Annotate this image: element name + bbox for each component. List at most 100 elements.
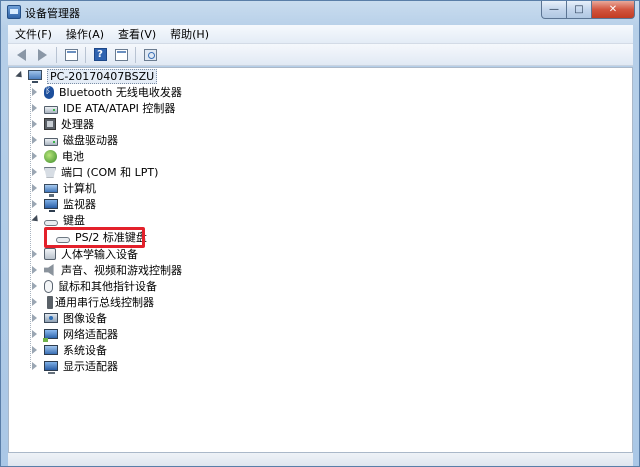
- tree-item-sound[interactable]: 声音、视频和游戏控制器: [32, 262, 182, 278]
- menu-bar: 文件(F) 操作(A) 查看(V) 帮助(H): [8, 25, 633, 44]
- tree-item-ide[interactable]: IDE ATA/ATAPI 控制器: [32, 100, 175, 116]
- monitor-icon: [44, 199, 58, 212]
- expand-icon[interactable]: [32, 152, 40, 160]
- usb-icon: [47, 295, 53, 309]
- help-icon: ?: [93, 48, 107, 61]
- disk-drive-icon: [44, 138, 58, 146]
- expand-icon[interactable]: [32, 314, 40, 322]
- tree-item-label: 监视器: [63, 198, 96, 211]
- menu-action[interactable]: 操作(A): [59, 26, 111, 42]
- maximize-button[interactable]: □: [567, 1, 592, 19]
- expand-icon[interactable]: [32, 282, 40, 290]
- tree-item-label: 人体学输入设备: [61, 248, 138, 261]
- tree-item-display[interactable]: 显示适配器: [32, 358, 118, 374]
- tree-item-hid[interactable]: 人体学输入设备: [32, 246, 138, 262]
- tree-item-keyboards[interactable]: 键盘: [32, 212, 85, 228]
- processor-icon: [44, 118, 56, 130]
- bluetooth-icon: [44, 85, 54, 99]
- expand-icon[interactable]: [32, 266, 40, 274]
- window-title: 设备管理器: [25, 7, 80, 20]
- update-icon: [114, 48, 128, 61]
- forward-icon: [37, 48, 47, 61]
- tree-item-label: 通用串行总线控制器: [55, 296, 154, 309]
- collapse-icon[interactable]: [16, 72, 24, 80]
- tree-item-imaging[interactable]: 图像设备: [32, 310, 107, 326]
- tree-item-battery[interactable]: 电池: [32, 148, 84, 164]
- display-icon: [44, 361, 58, 374]
- back-icon: [16, 48, 26, 61]
- tree-item-label: IDE ATA/ATAPI 控制器: [63, 102, 176, 115]
- keyboard-icon: [44, 220, 58, 226]
- computer-icon: [44, 183, 58, 197]
- close-button[interactable]: ✕: [592, 1, 635, 19]
- battery-icon: [44, 149, 57, 163]
- expand-icon[interactable]: [32, 346, 40, 354]
- expand-icon[interactable]: [32, 298, 40, 306]
- tree-item-system[interactable]: 系统设备: [32, 342, 107, 358]
- collapse-icon[interactable]: [32, 216, 40, 224]
- expand-icon[interactable]: [32, 184, 40, 192]
- expand-icon[interactable]: [32, 104, 40, 112]
- tree-root[interactable]: PC-20170407BSZU: [16, 68, 158, 84]
- tree-item-label: 键盘: [63, 214, 85, 227]
- tree-item-label: 显示适配器: [63, 360, 118, 373]
- scan-icon: [143, 48, 157, 61]
- tree-item-label: 端口 (COM 和 LPT): [61, 166, 159, 179]
- expand-icon[interactable]: [32, 136, 40, 144]
- expand-icon[interactable]: [32, 250, 40, 258]
- tree-item-label: 图像设备: [63, 312, 107, 325]
- hid-icon: [44, 248, 56, 260]
- network-icon: [43, 329, 58, 342]
- menu-help[interactable]: 帮助(H): [163, 26, 216, 42]
- tree-guide-line: [30, 84, 31, 368]
- tree-item-monitors[interactable]: 监视器: [32, 196, 96, 212]
- highlight-annotation: [44, 227, 145, 248]
- update-driver-button[interactable]: [112, 47, 130, 63]
- menu-file[interactable]: 文件(F): [8, 26, 59, 42]
- tree-item-bluetooth[interactable]: Bluetooth 无线电收发器: [32, 84, 182, 100]
- expand-icon[interactable]: [32, 330, 40, 338]
- tree-item-label: 处理器: [61, 118, 94, 131]
- toolbar-separator: [85, 46, 86, 63]
- tree-item-disk-drives[interactable]: 磁盘驱动器: [32, 132, 118, 148]
- drive-controller-icon: [44, 106, 58, 114]
- tree-item-label: Bluetooth 无线电收发器: [59, 86, 182, 99]
- sound-icon: [44, 264, 54, 276]
- expand-icon[interactable]: [32, 120, 40, 128]
- back-button[interactable]: [12, 47, 30, 63]
- help-button[interactable]: ?: [91, 47, 109, 63]
- toolbar: ?: [8, 44, 633, 66]
- minimize-button[interactable]: —: [541, 1, 567, 19]
- tree-item-label: 鼠标和其他指针设备: [58, 280, 157, 293]
- tree-item-mice[interactable]: 鼠标和其他指针设备: [32, 278, 157, 294]
- scan-hardware-button[interactable]: [141, 47, 159, 63]
- tree-item-label: 声音、视频和游戏控制器: [61, 264, 182, 277]
- tree-item-usb[interactable]: 通用串行总线控制器: [32, 294, 154, 310]
- computer-icon: [28, 70, 42, 83]
- tree-item-label: 计算机: [63, 182, 96, 195]
- port-icon: [44, 166, 56, 178]
- toolbar-separator: [56, 46, 57, 63]
- camera-icon: [44, 313, 58, 323]
- tree-item-ports[interactable]: 端口 (COM 和 LPT): [32, 164, 158, 180]
- title-bar[interactable]: 设备管理器 — □ ✕: [1, 1, 639, 23]
- expand-icon[interactable]: [32, 200, 40, 208]
- tree-item-label: 网络适配器: [63, 328, 118, 341]
- properties-icon: [64, 48, 78, 61]
- tree-item-computer[interactable]: 计算机: [32, 180, 96, 197]
- tree-item-network[interactable]: 网络适配器: [32, 326, 118, 342]
- window-controls: — □ ✕: [541, 1, 635, 19]
- system-icon: [44, 345, 58, 355]
- tree-item-processor[interactable]: 处理器: [32, 116, 94, 132]
- forward-button[interactable]: [33, 47, 51, 63]
- expand-icon[interactable]: [32, 168, 40, 176]
- expand-icon[interactable]: [32, 88, 40, 96]
- tree-item-label: 系统设备: [63, 344, 107, 357]
- tree-item-label: 电池: [62, 150, 84, 163]
- mouse-icon: [44, 279, 53, 293]
- status-bar: [8, 453, 633, 466]
- menu-view[interactable]: 查看(V): [111, 26, 163, 42]
- properties-button[interactable]: [62, 47, 80, 63]
- device-manager-icon: [7, 5, 21, 19]
- expand-icon[interactable]: [32, 362, 40, 370]
